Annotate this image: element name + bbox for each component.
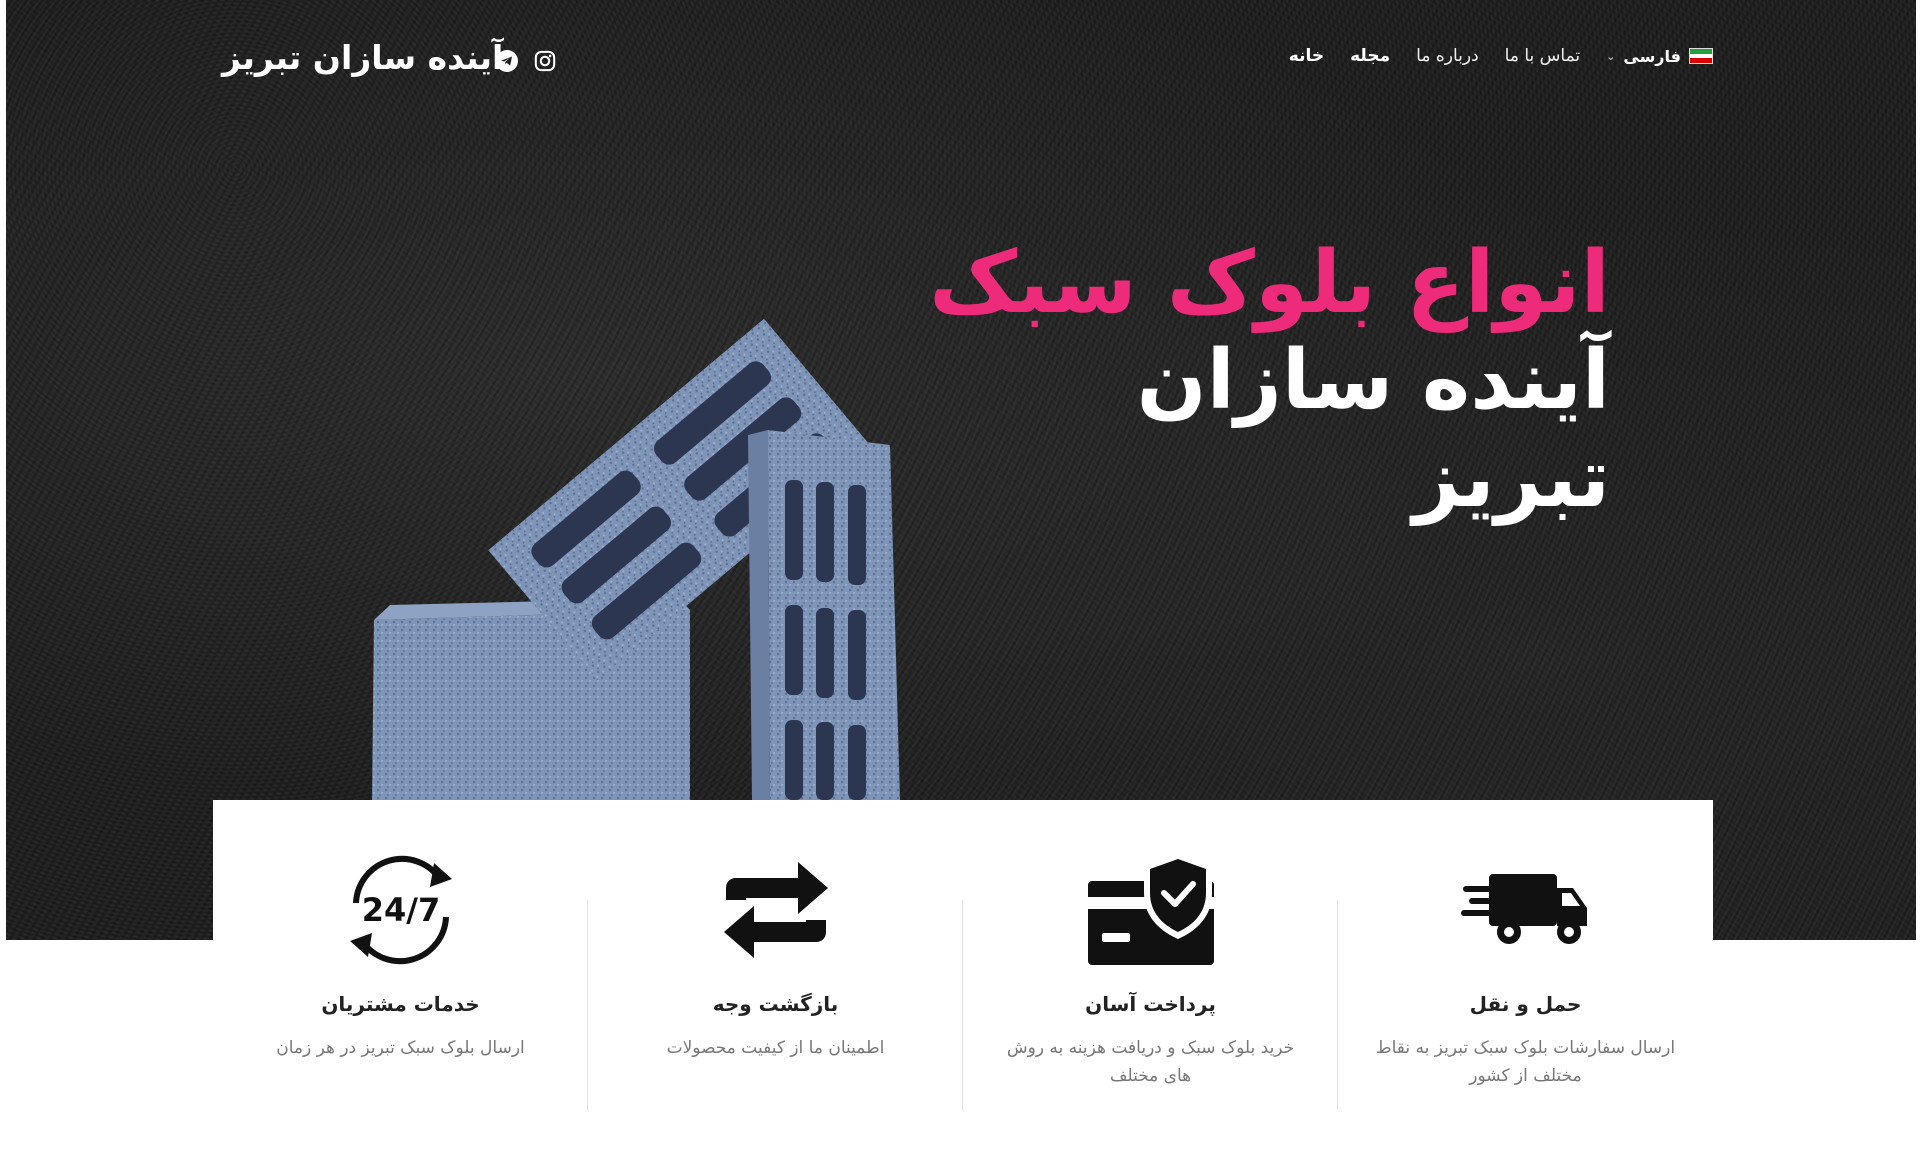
concrete-blocks-image [360, 260, 940, 804]
feature-title: پرداخت آسان [1085, 992, 1216, 1016]
feature-title: حمل و نقل [1469, 992, 1582, 1016]
features-card: حمل و نقل ارسال سفارشات بلوک سبک تبریز ب… [213, 800, 1713, 1110]
feature-refund: بازگشت وجه اطمینان ما از کیفیت محصولات [588, 850, 963, 1110]
site-logo[interactable]: آینده سازان تبریز [222, 38, 503, 77]
feature-support: 24/7 خدمات مشتریان ارسال بلوک سبک تبریز … [213, 850, 588, 1110]
hero-headline: انواع بلوک سبک آینده سازان تبریز [929, 235, 1610, 527]
hero-title-accent: انواع بلوک سبک [929, 233, 1610, 333]
feature-title: بازگشت وجه [712, 992, 839, 1016]
chevron-down-icon: ⌄ [1606, 49, 1616, 63]
iran-flag-icon [1689, 48, 1713, 64]
feature-description: خرید بلوک سبک و دریافت هزینه به روش های … [1006, 1038, 1295, 1086]
nav-about[interactable]: درباره ما [1416, 46, 1479, 66]
social-links [495, 49, 557, 73]
hero-title-line2: آینده سازان [1136, 333, 1610, 428]
telegram-icon[interactable] [495, 49, 519, 73]
main-nav: خانه مجله درباره ما تماس با ما فارسی ⌄ [1289, 46, 1713, 66]
nav-home[interactable]: خانه [1289, 46, 1324, 66]
feature-shipping: حمل و نقل ارسال سفارشات بلوک سبک تبریز ب… [1338, 850, 1713, 1100]
nav-contact[interactable]: تماس با ما [1505, 46, 1581, 66]
feature-title: خدمات مشتریان [321, 992, 480, 1016]
hero-title-line3: تبریز [1412, 431, 1610, 526]
exchange-arrows-icon [720, 850, 832, 970]
card-shield-icon [1086, 850, 1216, 970]
language-label: فارسی [1623, 46, 1681, 66]
feature-payment: پرداخت آسان خرید بلوک سبک و دریافت هزینه… [963, 850, 1338, 1110]
feature-description: ارسال سفارشات بلوک سبک تبریز به نقاط مخت… [1375, 1038, 1676, 1086]
instagram-icon[interactable] [533, 49, 557, 73]
truck-icon [1460, 850, 1591, 970]
language-selector[interactable]: فارسی ⌄ [1606, 47, 1713, 66]
svg-text:24/7: 24/7 [361, 891, 439, 929]
feature-description: اطمینان ما از کیفیت محصولات [666, 1038, 885, 1058]
nav-magazine[interactable]: مجله [1350, 46, 1390, 66]
support-24-7-icon: 24/7 [336, 850, 466, 970]
feature-description: ارسال بلوک سبک تبریز در هر زمان [276, 1038, 525, 1058]
